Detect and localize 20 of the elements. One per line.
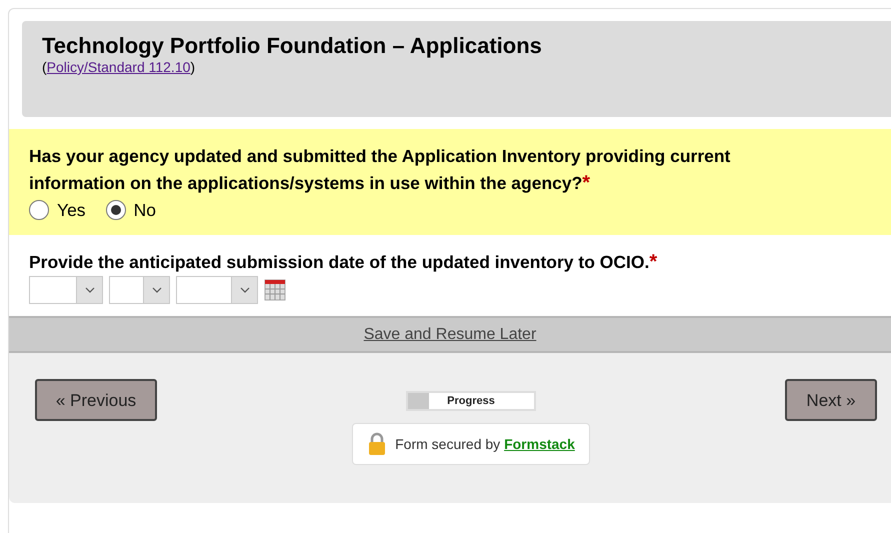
question-label: Has your agency updated and submitted the Application Inventory providing current information on the applications/systems in use within the agency?* <box>29 145 732 196</box>
option-label: Yes <box>57 199 86 222</box>
chevron-down-icon <box>84 287 94 294</box>
formstack-link[interactable]: Formstack <box>504 436 575 452</box>
security-text: Form secured by Formstack <box>395 434 575 454</box>
progress-label: Progress <box>446 394 496 409</box>
next-button[interactable]: Next » <box>785 379 877 422</box>
chevron-down-icon <box>240 287 250 294</box>
radio-button[interactable] <box>106 200 126 220</box>
option-label: No <box>134 199 156 222</box>
question-label: Provide the anticipated submission date of the updated inventory to OCIO.* <box>29 250 658 276</box>
padlock-icon <box>367 432 388 456</box>
previous-button[interactable]: « Previous <box>35 379 157 422</box>
reference-text: (Policy/Standard 112.10) <box>42 59 196 75</box>
policy-link[interactable]: Policy/Standard 112.10 <box>46 59 190 75</box>
chevron-down-icon <box>152 287 162 294</box>
calendar-icon[interactable] <box>264 279 286 302</box>
form-title: Technology Portfolio Foundation – Applications <box>42 33 543 59</box>
save-resume-link[interactable]: Save and Resume Later <box>364 322 536 347</box>
radio-button[interactable] <box>29 200 49 220</box>
